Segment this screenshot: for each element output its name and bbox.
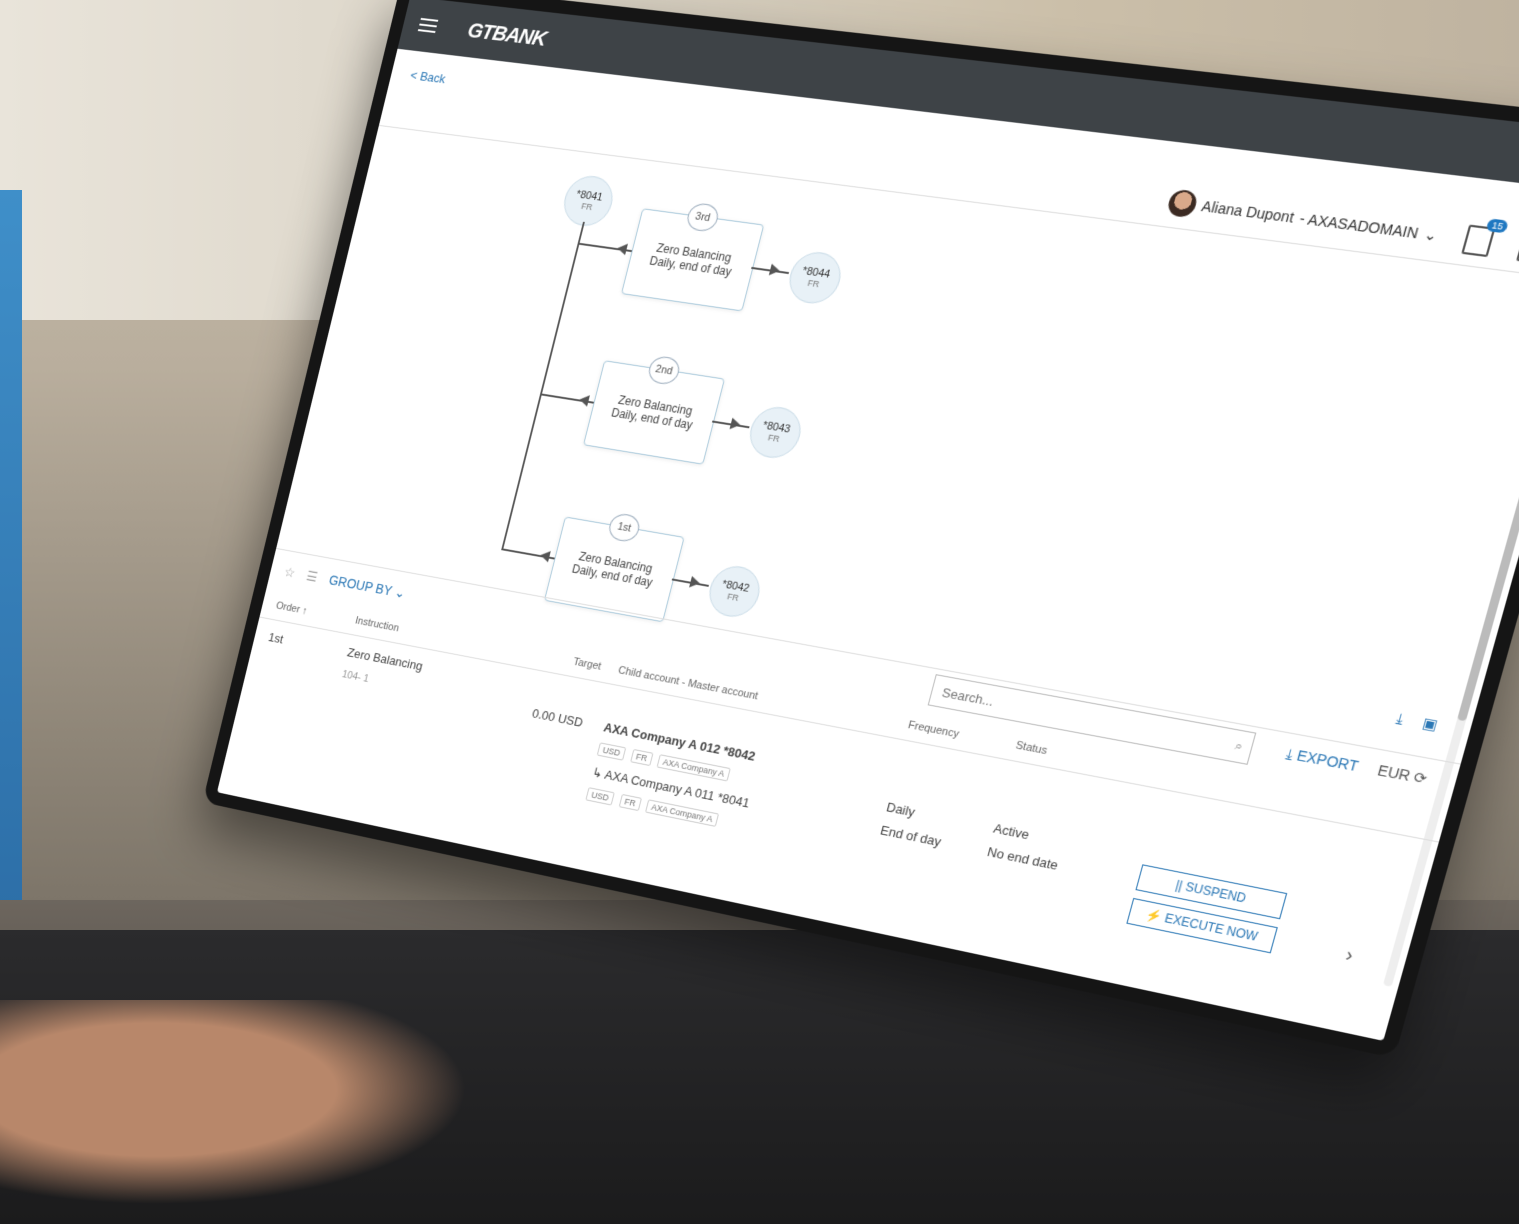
tag-country: FR <box>618 794 641 811</box>
tag-company: AXA Company A <box>657 754 731 781</box>
col-instruction[interactable]: Instruction <box>354 615 400 634</box>
col-frequency[interactable]: Frequency <box>907 719 961 740</box>
node-order-badge: 2nd <box>646 355 682 386</box>
chevron-down-icon: ⌄ <box>1422 225 1440 244</box>
user-domain: - AXASADOMAIN <box>1298 210 1420 241</box>
target-account-node[interactable]: *8042 FR <box>704 562 765 620</box>
row-instruction-ref: 104- 1 <box>341 669 370 685</box>
col-order[interactable]: Order ↑ <box>275 600 308 617</box>
target-account-node[interactable]: *8043 FR <box>745 404 807 462</box>
row-status-sub: No end date <box>986 844 1060 873</box>
favorite-star-icon[interactable]: ☆ <box>283 564 297 581</box>
target-account-node[interactable]: *8044 FR <box>784 249 846 306</box>
account-country: FR <box>767 433 781 444</box>
arrow-left-icon <box>616 242 628 255</box>
row-amount: 0.00 USD <box>531 706 585 730</box>
notification-badge: 15 <box>1486 218 1509 233</box>
col-target[interactable]: Target <box>572 656 602 672</box>
root-account-node[interactable]: *8041 FR <box>559 173 618 229</box>
background-blue-panel <box>0 190 22 910</box>
arrow-left-icon <box>539 550 551 563</box>
node-order-badge: 1st <box>606 512 642 543</box>
instruction-node-2nd[interactable]: 2nd Zero Balancing Daily, end of day <box>583 360 725 465</box>
arrow-left-icon <box>578 394 590 407</box>
gtbank-logo: GTBANK <box>465 18 549 52</box>
connector-trunk <box>501 222 585 551</box>
back-link[interactable]: < Back <box>409 68 447 86</box>
account-country: FR <box>726 591 740 603</box>
row-frequency: Daily <box>885 799 917 819</box>
row-status: Active <box>992 821 1031 843</box>
account-country: FR <box>580 201 593 212</box>
tag-country: FR <box>630 749 653 766</box>
receipt-icon[interactable]: 15 <box>1461 225 1495 258</box>
row-instruction: Zero Balancing <box>346 645 424 673</box>
arrow-right-icon <box>689 576 701 589</box>
node-order-badge: 3rd <box>685 202 721 233</box>
arrow-right-icon <box>729 418 741 431</box>
row-actions: || SUSPEND ⚡ EXECUTE NOW <box>1124 864 1287 961</box>
arrow-right-icon <box>769 264 781 277</box>
tag-currency: USD <box>585 787 614 805</box>
group-by-dropdown[interactable]: GROUP BY ⌄ <box>327 572 407 602</box>
hands <box>0 1000 520 1224</box>
account-country: FR <box>807 278 821 289</box>
chevron-right-icon[interactable]: › <box>1343 944 1355 967</box>
col-status[interactable]: Status <box>1014 739 1048 757</box>
user-name: Aliana Dupont <box>1200 198 1296 226</box>
instruction-node-3rd[interactable]: 3rd Zero Balancing Daily, end of day <box>621 208 764 311</box>
app-screen: GTBANK < Back Aliana Dupont - AXASADOMAI… <box>217 0 1519 1041</box>
hamburger-menu-icon[interactable] <box>418 18 438 33</box>
tag-currency: USD <box>597 742 627 760</box>
row-order: 1st <box>267 630 285 646</box>
list-settings-icon[interactable]: ☰ <box>305 568 319 585</box>
avatar <box>1166 189 1200 219</box>
row-frequency-sub: End of day <box>879 823 943 850</box>
